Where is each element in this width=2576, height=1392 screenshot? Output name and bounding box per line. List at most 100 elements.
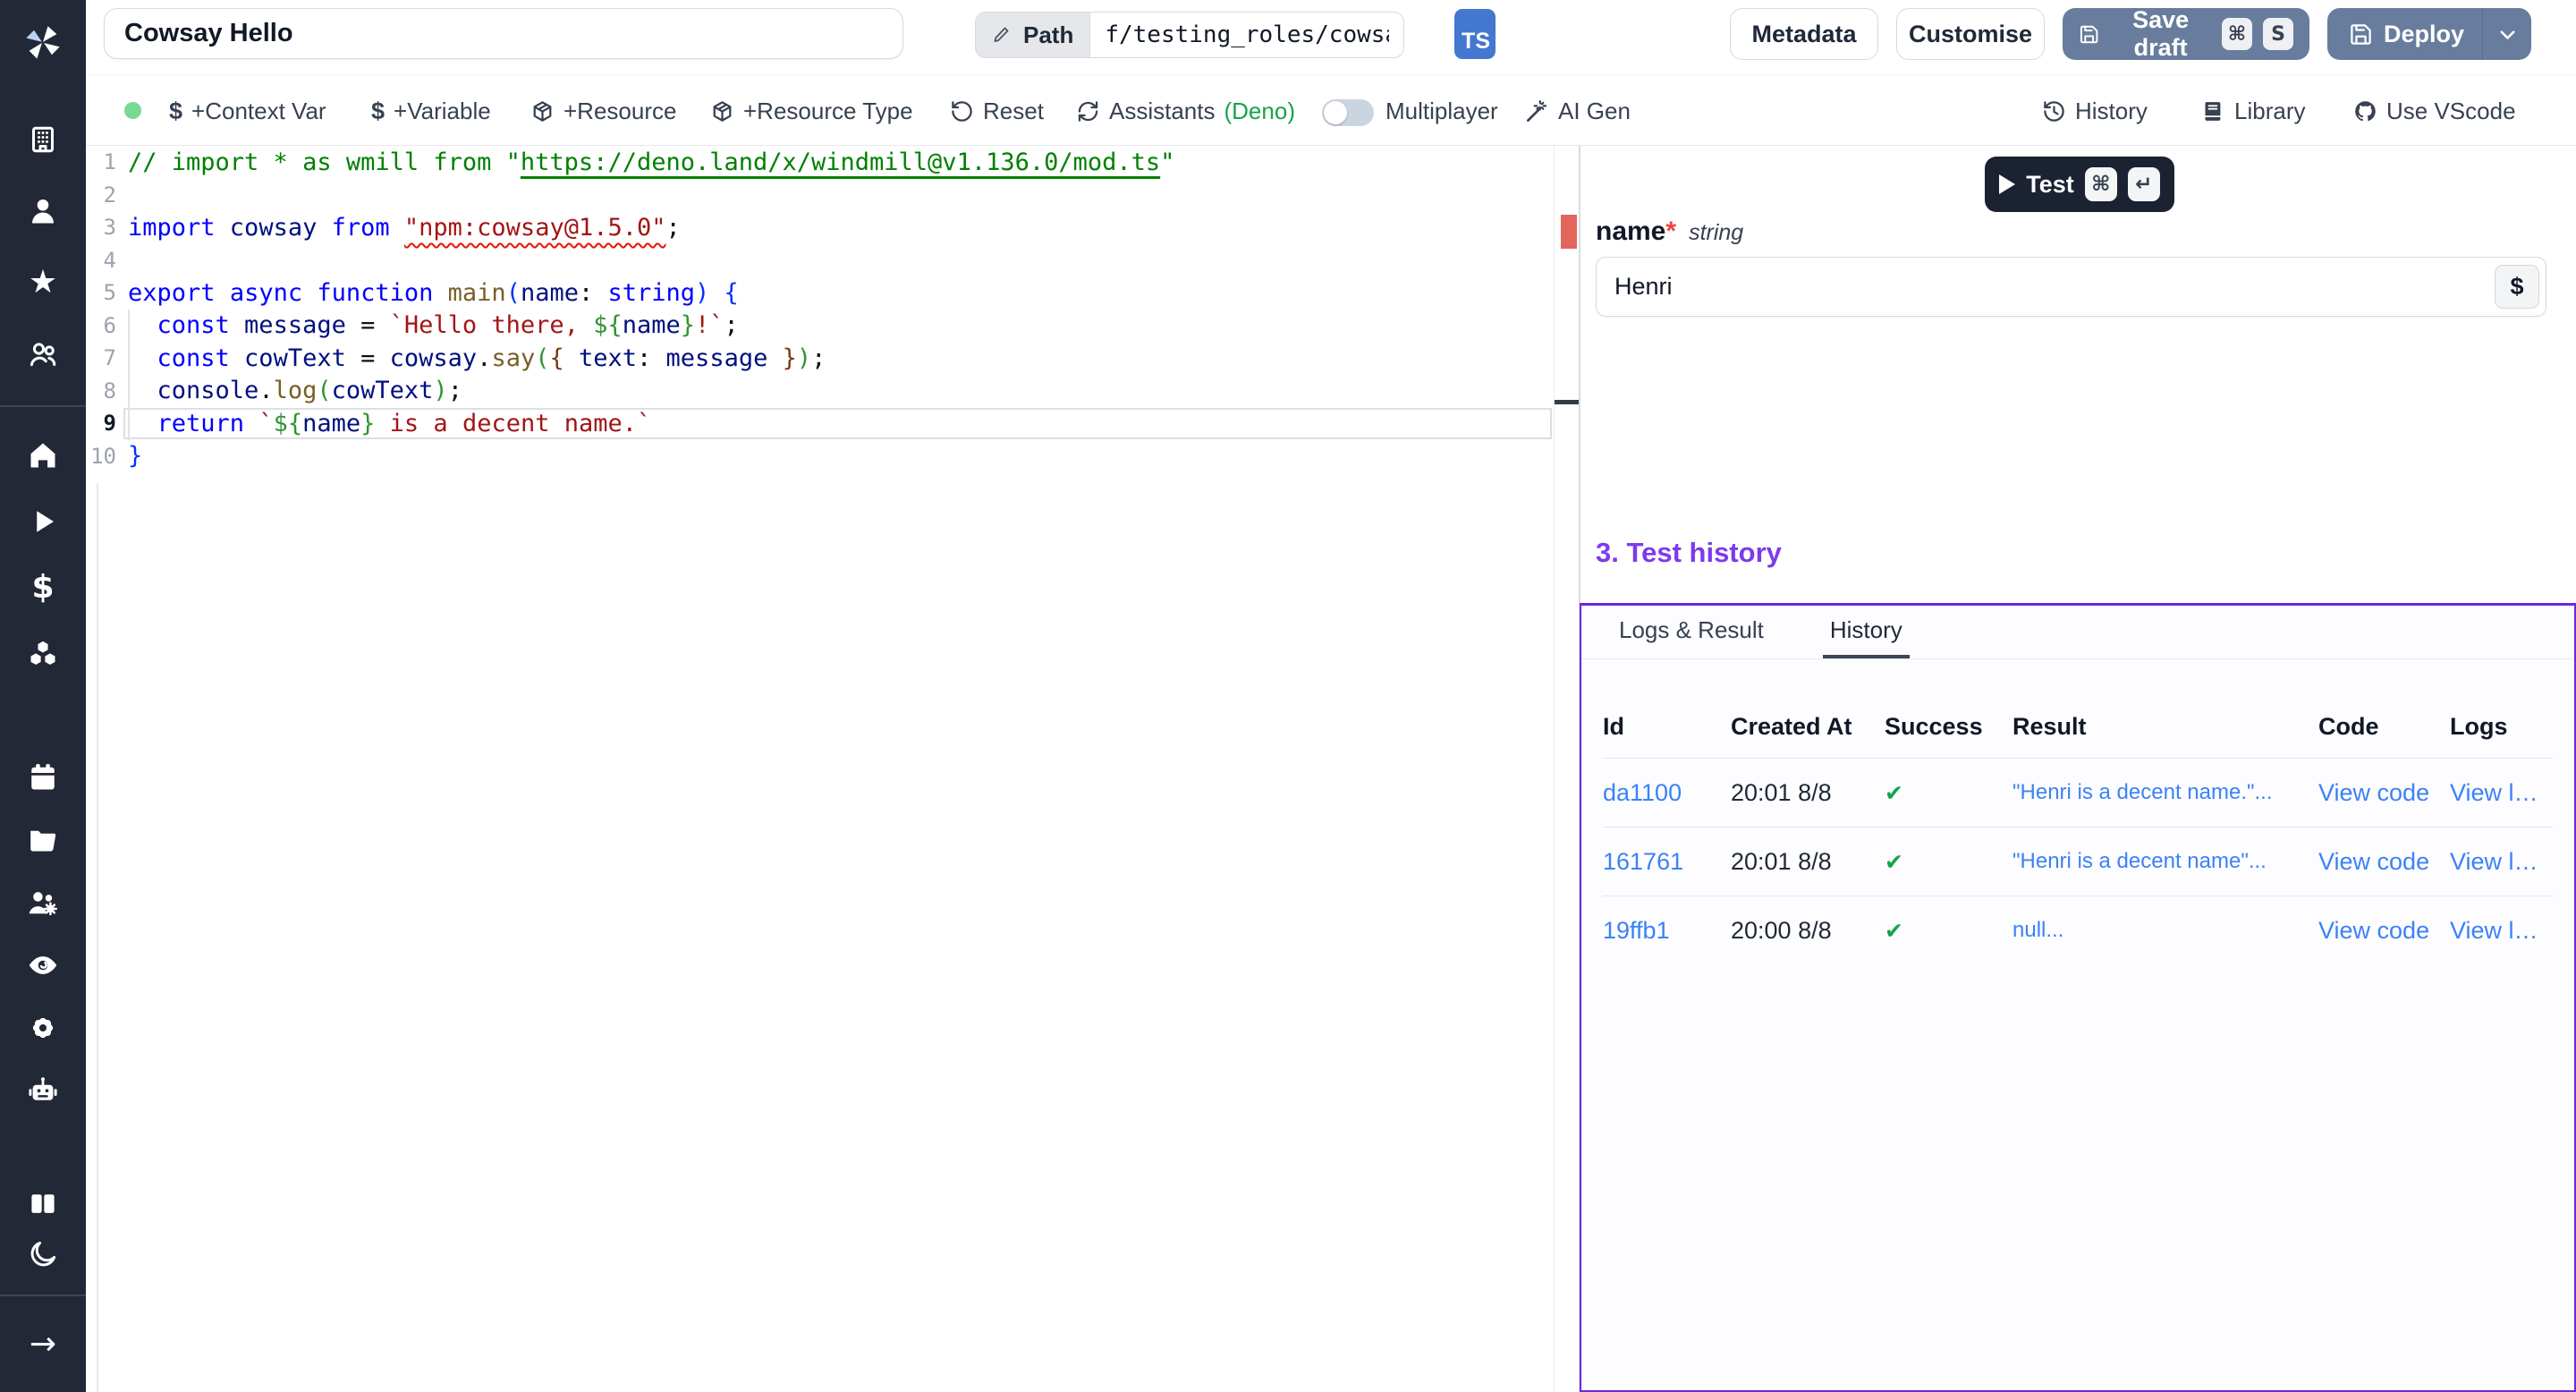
save-icon <box>2349 22 2373 47</box>
deploy-dropdown-button[interactable] <box>2482 8 2531 60</box>
code-line-3[interactable]: 3import cowsay from "npm:cowsay@1.5.0"; <box>86 211 1554 244</box>
script-title-input[interactable] <box>104 8 903 59</box>
windmill-logo[interactable] <box>0 0 86 86</box>
sidebar-folder-button[interactable] <box>0 809 86 871</box>
folder-icon <box>27 824 59 856</box>
view-logs-link[interactable]: View logs <box>2450 917 2553 945</box>
overview-ruler[interactable] <box>1554 146 1579 1392</box>
table-row: da110020:01 8/8✔"Henri is a decent name.… <box>1603 758 2553 827</box>
sidebar-eye-button[interactable] <box>0 934 86 997</box>
library-button[interactable]: Library <box>2201 86 2305 136</box>
code-text: console.log(cowText); <box>128 377 462 404</box>
run-result-link[interactable]: "Henri is a decent name"... <box>2012 849 2318 874</box>
argument-type: string <box>1689 220 1743 246</box>
history-button[interactable]: History <box>2042 86 2148 136</box>
code-line-5[interactable]: 5export async function main(name: string… <box>86 276 1554 310</box>
cubes-icon <box>27 638 59 670</box>
line-number: 5 <box>86 280 116 305</box>
sidebar-user-button[interactable] <box>0 175 86 247</box>
add-context-var-button[interactable]: $ +Context Var <box>169 86 326 136</box>
run-created-at: 20:01 8/8 <box>1731 779 1885 807</box>
sidebar-robot-button[interactable] <box>0 1059 86 1122</box>
package-icon <box>710 99 734 123</box>
sidebar-cubes-button[interactable] <box>0 621 86 687</box>
sidebar-arrow-right-button[interactable]: → <box>0 1311 86 1378</box>
moon-icon <box>27 1238 59 1270</box>
sidebar-building-button[interactable] <box>0 104 86 175</box>
code-line-8[interactable]: 8 console.log(cowText); <box>86 375 1554 408</box>
history-tabs: Logs & Result History <box>1581 606 2574 659</box>
add-variable-button[interactable]: $ +Variable <box>371 86 491 136</box>
multiplayer-label: Multiplayer <box>1385 86 1498 136</box>
edit-path-button[interactable]: Path <box>975 12 1089 58</box>
code-line-1[interactable]: 1// import * as wmill from "https://deno… <box>86 146 1554 179</box>
sidebar-moon-button[interactable] <box>0 1229 86 1279</box>
play-icon <box>1999 174 2015 194</box>
customise-button[interactable]: Customise <box>1896 8 2045 60</box>
arrow-right-icon: → <box>27 1328 59 1361</box>
add-resource-button[interactable]: +Resource <box>530 86 676 136</box>
view-code-link[interactable]: View code <box>2318 848 2450 876</box>
run-success-icon: ✔ <box>1885 849 2012 875</box>
run-id-link[interactable]: 161761 <box>1603 848 1731 876</box>
view-logs-link[interactable]: View logs <box>2450 779 2553 807</box>
view-code-link[interactable]: View code <box>2318 779 2450 807</box>
sidebar-calendar-button[interactable] <box>0 746 86 809</box>
variable-picker-button[interactable]: $ <box>2495 265 2539 309</box>
sidebar-home-button[interactable] <box>0 422 86 488</box>
tab-logs-result[interactable]: Logs & Result <box>1612 606 1771 658</box>
metadata-button[interactable]: Metadata <box>1730 8 1878 60</box>
view-code-link[interactable]: View code <box>2318 917 2450 945</box>
connection-status-dot <box>124 102 141 119</box>
sidebar-items: ★ $ → <box>0 86 86 1378</box>
code-line-2[interactable]: 2 <box>86 179 1554 212</box>
save-draft-button[interactable]: Save draft ⌘ S <box>2063 8 2309 60</box>
code-editor[interactable]: 1// import * as wmill from "https://deno… <box>86 146 1554 1392</box>
code-line-6[interactable]: 6 const message = `Hello there, ${name}!… <box>86 310 1554 343</box>
deploy-main[interactable]: Deploy <box>2327 8 2482 60</box>
code-line-10[interactable]: 10} <box>86 440 1554 473</box>
run-result-link[interactable]: null... <box>2012 918 2318 943</box>
github-icon <box>2353 99 2377 123</box>
sidebar-gear-button[interactable] <box>0 997 86 1059</box>
view-logs-link[interactable]: View logs <box>2450 848 2553 876</box>
user-icon <box>27 195 59 227</box>
test-button[interactable]: Test ⌘ ↵ <box>1985 157 2174 212</box>
add-resource-type-button[interactable]: +Resource Type <box>710 86 913 136</box>
sidebar-star-button[interactable]: ★ <box>0 247 86 318</box>
sidebar-book-button[interactable] <box>0 1179 86 1229</box>
save-icon <box>2079 22 2099 47</box>
code-line-7[interactable]: 7 const cowText = cowsay.say({ text: mes… <box>86 342 1554 375</box>
run-id-link[interactable]: da1100 <box>1603 779 1731 807</box>
star-icon: ★ <box>27 267 59 299</box>
code-line-4[interactable]: 4 <box>86 244 1554 277</box>
run-id-link[interactable]: 19ffb1 <box>1603 917 1731 945</box>
run-result-link[interactable]: "Henri is a decent name."... <box>2012 780 2318 805</box>
sidebar-dollar-button[interactable]: $ <box>0 555 86 621</box>
assistants-engine: (Deno) <box>1224 98 1295 125</box>
code-line-9[interactable]: 9 return `${name} is a decent name.` <box>86 407 1554 440</box>
multiplayer-toggle[interactable] <box>1322 99 1374 126</box>
code-text: } <box>128 442 142 470</box>
ruler-cursor-marker <box>1555 400 1580 404</box>
column-header-success: Success <box>1885 713 2012 741</box>
use-vscode-button[interactable]: Use VScode <box>2353 86 2516 136</box>
sidebar-user-settings-button[interactable] <box>0 871 86 934</box>
deploy-button[interactable]: Deploy <box>2327 8 2531 60</box>
sidebar-users-button[interactable] <box>0 318 86 390</box>
assistants-button[interactable]: Assistants (Deno) <box>1076 86 1295 136</box>
tab-history[interactable]: History <box>1823 606 1910 658</box>
code-lines: 1// import * as wmill from "https://deno… <box>86 146 1554 472</box>
windmill-script-editor: ★$→ Path TS Metadata Customise Save draf… <box>0 0 2576 1392</box>
sidebar-play-button[interactable] <box>0 488 86 555</box>
reset-button[interactable]: Reset <box>950 86 1044 136</box>
column-header-code: Code <box>2318 713 2450 741</box>
ai-gen-button[interactable]: AI Gen <box>1525 86 1631 136</box>
line-number: 1 <box>86 149 116 174</box>
dollar-icon: $ <box>27 572 59 604</box>
argument-value-input[interactable] <box>1596 257 2546 317</box>
building-icon <box>27 123 59 156</box>
path-input[interactable] <box>1089 12 1404 58</box>
test-history-heading: 3. Test history <box>1596 537 1782 569</box>
users-icon <box>27 338 59 370</box>
